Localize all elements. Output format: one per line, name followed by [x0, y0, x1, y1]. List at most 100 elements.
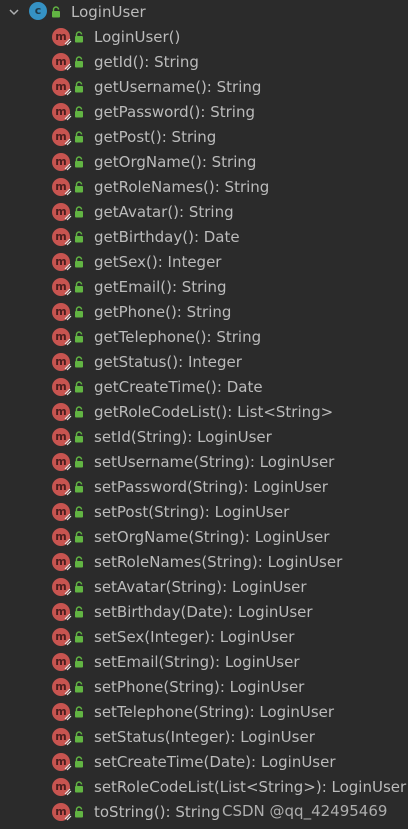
inherited-marker-icon: [64, 413, 72, 421]
structure-tree: c LoginUser m LoginUser() m getId(): String…: [0, 0, 408, 825]
public-lock-icon: [75, 431, 83, 443]
public-lock-icon: [52, 6, 60, 18]
inherited-marker-icon: [64, 163, 72, 171]
tree-node-method[interactable]: m LoginUser(): [0, 25, 408, 50]
tree-node-method[interactable]: m setStatus(Integer): LoginUser: [0, 725, 408, 750]
tree-node-method[interactable]: m setRoleNames(String): LoginUser: [0, 550, 408, 575]
public-lock-icon: [75, 206, 83, 218]
public-lock-icon: [75, 181, 83, 193]
tree-node-method[interactable]: m getBirthday(): Date: [0, 225, 408, 250]
public-lock-icon: [75, 81, 83, 93]
method-signature: getRoleNames(): String: [94, 178, 270, 196]
inherited-marker-icon: [64, 313, 72, 321]
public-lock-icon: [75, 56, 83, 68]
tree-node-method[interactable]: m getEmail(): String: [0, 275, 408, 300]
inherited-marker-icon: [64, 188, 72, 196]
tree-node-method[interactable]: m getSex(): Integer: [0, 250, 408, 275]
method-signature: getOrgName(): String: [94, 153, 257, 171]
inherited-marker-icon: [64, 738, 72, 746]
tree-node-method[interactable]: m getPost(): String: [0, 125, 408, 150]
public-lock-icon: [75, 556, 83, 568]
method-signature: getPassword(): String: [94, 103, 255, 121]
public-lock-icon: [75, 306, 83, 318]
tree-node-method[interactable]: m getTelephone(): String: [0, 325, 408, 350]
method-signature: setStatus(Integer): LoginUser: [94, 728, 315, 746]
method-signature: getPhone(): String: [94, 303, 232, 321]
inherited-marker-icon: [64, 288, 72, 296]
method-signature: setCreateTime(Date): LoginUser: [94, 753, 336, 771]
public-lock-icon: [75, 531, 83, 543]
method-signature: getCreateTime(): Date: [94, 378, 263, 396]
method-signature: setTelephone(String): LoginUser: [94, 703, 335, 721]
public-lock-icon: [75, 331, 83, 343]
public-lock-icon: [75, 731, 83, 743]
method-signature: getBirthday(): Date: [94, 228, 240, 246]
public-lock-icon: [75, 506, 83, 518]
method-signature: setPhone(String): LoginUser: [94, 678, 305, 696]
tree-node-method[interactable]: m getOrgName(): String: [0, 150, 408, 175]
tree-node-method[interactable]: m setBirthday(Date): LoginUser: [0, 600, 408, 625]
public-lock-icon: [75, 481, 83, 493]
inherited-marker-icon: [64, 788, 72, 796]
tree-node-method[interactable]: m getCreateTime(): Date: [0, 375, 408, 400]
inherited-marker-icon: [64, 213, 72, 221]
inherited-marker-icon: [64, 138, 72, 146]
tree-node-method[interactable]: m setEmail(String): LoginUser: [0, 650, 408, 675]
inherited-marker-icon: [64, 363, 72, 371]
method-signature: getAvatar(): String: [94, 203, 234, 221]
tree-node-method[interactable]: m getStatus(): Integer: [0, 350, 408, 375]
method-list: m LoginUser() m getId(): String m getUsername…: [0, 25, 408, 825]
tree-node-method[interactable]: m getPassword(): String: [0, 100, 408, 125]
public-lock-icon: [75, 31, 83, 43]
tree-node-method[interactable]: m setRoleCodeList(List<String>): LoginUse…: [0, 775, 408, 800]
method-signature: getRoleCodeList(): List<String>: [94, 403, 334, 421]
public-lock-icon: [75, 256, 83, 268]
public-lock-icon: [75, 606, 83, 618]
tree-node-method[interactable]: m setTelephone(String): LoginUser: [0, 700, 408, 725]
tree-node-method[interactable]: m getRoleCodeList(): List<String>: [0, 400, 408, 425]
method-signature: setBirthday(Date): LoginUser: [94, 603, 313, 621]
public-lock-icon: [75, 131, 83, 143]
inherited-marker-icon: [64, 513, 72, 521]
method-signature: setAvatar(String): LoginUser: [94, 578, 307, 596]
tree-node-class[interactable]: c LoginUser: [0, 0, 408, 25]
inherited-marker-icon: [64, 63, 72, 71]
chevron-down-icon[interactable]: [8, 6, 20, 18]
inherited-marker-icon: [64, 38, 72, 46]
tree-node-method[interactable]: m setSex(Integer): LoginUser: [0, 625, 408, 650]
tree-node-method[interactable]: m setPassword(String): LoginUser: [0, 475, 408, 500]
inherited-marker-icon: [64, 438, 72, 446]
inherited-marker-icon: [64, 638, 72, 646]
tree-node-method[interactable]: m getUsername(): String: [0, 75, 408, 100]
method-signature: setSex(Integer): LoginUser: [94, 628, 295, 646]
public-lock-icon: [75, 781, 83, 793]
inherited-marker-icon: [64, 388, 72, 396]
public-lock-icon: [75, 456, 83, 468]
public-lock-icon: [75, 356, 83, 368]
public-lock-icon: [75, 381, 83, 393]
class-name: LoginUser: [71, 3, 146, 21]
public-lock-icon: [75, 656, 83, 668]
inherited-marker-icon: [64, 263, 72, 271]
tree-node-method[interactable]: m setCreateTime(Date): LoginUser: [0, 750, 408, 775]
method-signature: getTelephone(): String: [94, 328, 262, 346]
inherited-marker-icon: [64, 663, 72, 671]
public-lock-icon: [75, 806, 83, 818]
tree-node-method[interactable]: m getRoleNames(): String: [0, 175, 408, 200]
public-lock-icon: [75, 681, 83, 693]
method-signature: getPost(): String: [94, 128, 217, 146]
tree-node-method[interactable]: m setOrgName(String): LoginUser: [0, 525, 408, 550]
tree-node-method[interactable]: m getId(): String: [0, 50, 408, 75]
public-lock-icon: [75, 281, 83, 293]
tree-node-method[interactable]: m setUsername(String): LoginUser: [0, 450, 408, 475]
inherited-marker-icon: [64, 238, 72, 246]
tree-node-method[interactable]: m setPost(String): LoginUser: [0, 500, 408, 525]
public-lock-icon: [75, 156, 83, 168]
tree-node-method[interactable]: m setId(String): LoginUser: [0, 425, 408, 450]
tree-node-method[interactable]: m getAvatar(): String: [0, 200, 408, 225]
public-lock-icon: [75, 231, 83, 243]
tree-node-method[interactable]: m getPhone(): String: [0, 300, 408, 325]
method-signature: getId(): String: [94, 53, 199, 71]
tree-node-method[interactable]: m setPhone(String): LoginUser: [0, 675, 408, 700]
tree-node-method[interactable]: m setAvatar(String): LoginUser: [0, 575, 408, 600]
